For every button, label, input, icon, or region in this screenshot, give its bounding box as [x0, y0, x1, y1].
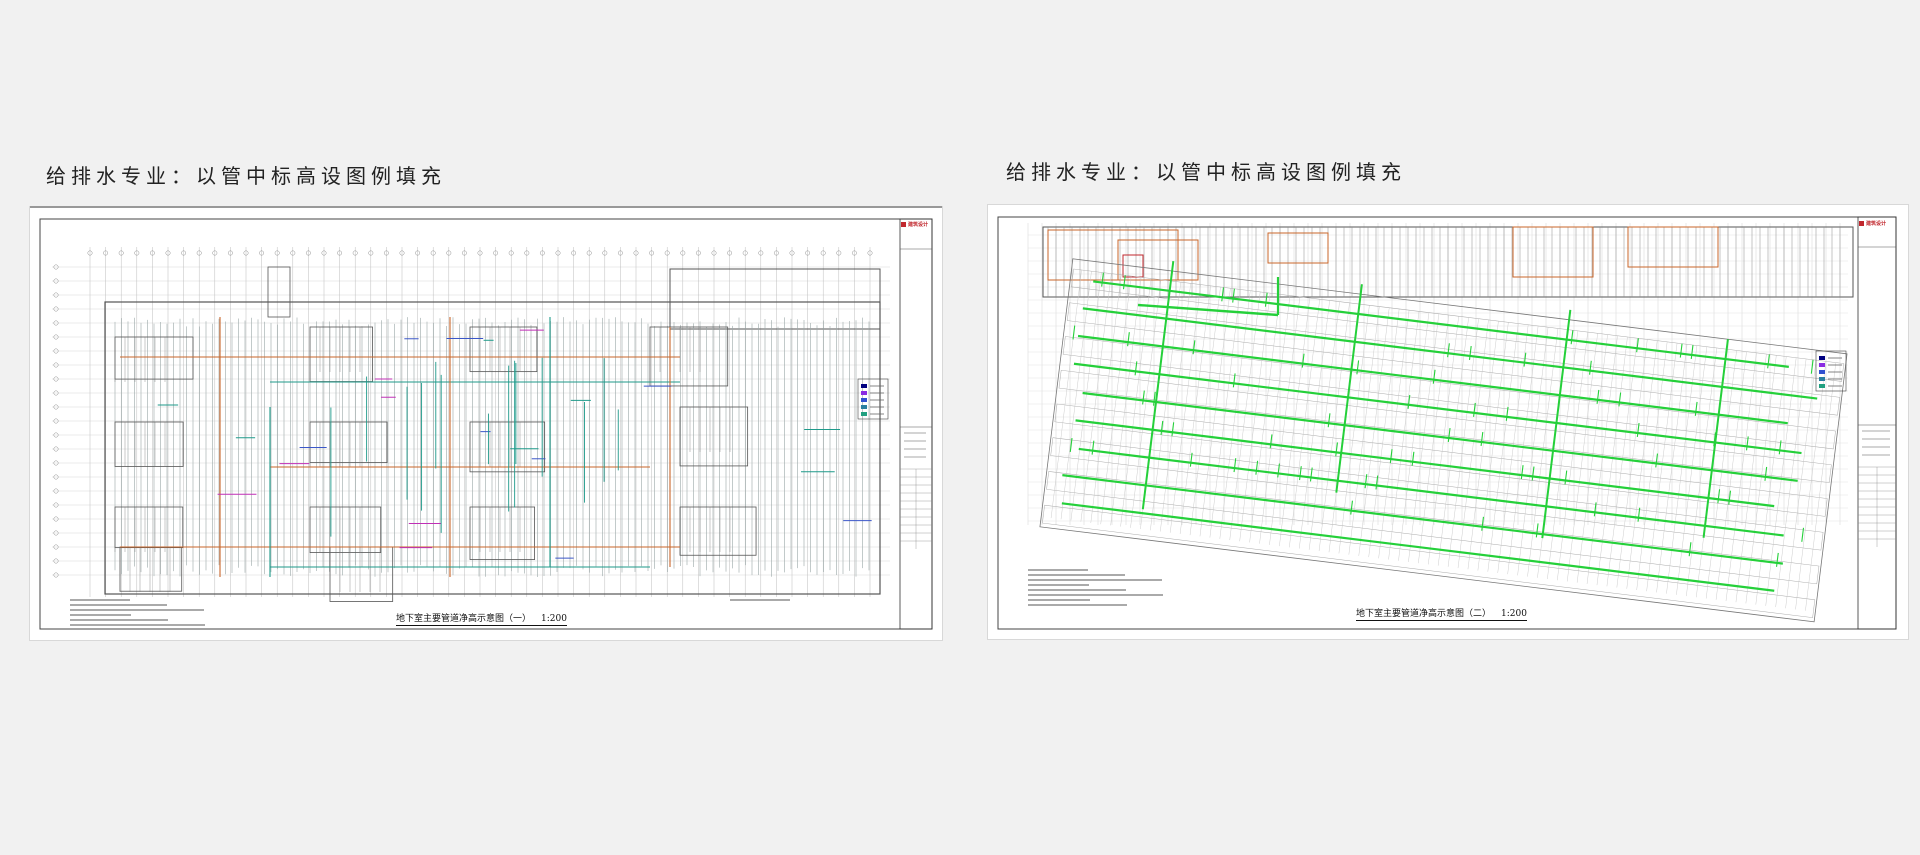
floor-plan-right	[997, 216, 1897, 630]
legend-swatch-icon	[861, 391, 867, 395]
pipe-branch	[1767, 354, 1770, 369]
stamp-logo-icon	[1859, 221, 1864, 226]
pipe-branch	[1570, 330, 1574, 345]
pipe-branch	[1564, 470, 1568, 485]
core-room	[679, 506, 757, 556]
drawing-sheet-right[interactable]: 建筑设计 地下室主要管道净高示意图（二） 1:200	[988, 205, 1908, 639]
pipe-branch	[1232, 288, 1235, 303]
drawing-title-right: 地下室主要管道净高示意图（二） 1:200	[1356, 606, 1527, 621]
pipe-branch	[1350, 500, 1353, 515]
pipe-branch	[1327, 413, 1331, 428]
legend-swatch-icon	[1819, 377, 1825, 381]
pipe-riser	[1141, 260, 1175, 510]
legend-swatch-icon	[1819, 370, 1825, 374]
core-room	[469, 506, 535, 560]
pipe-branch	[1531, 466, 1535, 481]
core-room	[309, 506, 382, 553]
drawing-scale: 1:200	[1501, 609, 1527, 619]
pipe-branch	[1468, 345, 1472, 360]
core-room	[309, 421, 388, 463]
legend-swatch-icon	[861, 398, 867, 402]
company-stamp-right: 建筑设计	[1859, 220, 1886, 227]
parking-stall-line	[1805, 362, 1837, 611]
ramp-outline	[267, 266, 291, 318]
panel-caption-right: 给排水专业：以管中标高设图例填充	[1006, 160, 1406, 184]
pipe-branch	[1480, 431, 1484, 447]
legend-swatch-icon	[1819, 384, 1825, 388]
pipe-main	[1073, 362, 1802, 455]
parking-stall-line	[1050, 269, 1082, 519]
pipe-branch	[1679, 343, 1683, 358]
pipe-main	[1093, 280, 1789, 368]
drawing-scale: 1:200	[541, 614, 567, 624]
floor-plan-left	[39, 218, 933, 630]
legend-swatch-icon	[1819, 356, 1825, 360]
pipe-main	[1061, 502, 1775, 592]
parking-area	[1039, 258, 1848, 623]
core-room	[309, 326, 373, 382]
stamp-label: 建筑设计	[908, 222, 929, 228]
core-room	[1512, 226, 1594, 278]
basement-outline	[104, 301, 881, 595]
drawing-title-text: 地下室主要管道净高示意图（二）	[1356, 609, 1492, 619]
title-block-frame	[899, 218, 933, 630]
pipe-branch	[1221, 287, 1225, 302]
pipe-branch	[1535, 523, 1539, 538]
sheet-border	[997, 216, 1897, 630]
pipe-branch	[1655, 453, 1659, 468]
legend-swatch-icon	[861, 384, 867, 388]
company-stamp-left: 建筑设计	[901, 221, 928, 228]
drawing-title-text: 地下室主要管道净高示意图（一）	[396, 614, 532, 624]
core-room	[1047, 229, 1179, 281]
core-room	[114, 421, 184, 467]
pipe-branch	[1171, 422, 1175, 437]
drawing-title-left: 地下室主要管道净高示意图（一） 1:200	[396, 611, 567, 626]
pipe-branch	[1810, 359, 1814, 374]
stamp-logo-icon	[901, 222, 906, 227]
pipe-branch	[1142, 390, 1145, 405]
core-room	[469, 421, 546, 473]
pipe-branch	[1264, 292, 1268, 307]
pipe-branch	[1776, 552, 1779, 567]
stamp-label: 建筑设计	[1866, 221, 1887, 227]
pipe-branch	[1520, 465, 1524, 480]
title-block-frame	[1857, 216, 1897, 630]
core-room	[329, 546, 394, 602]
legend-swatch-icon	[1819, 363, 1825, 367]
pipe-branch	[1717, 489, 1721, 504]
block-outline	[669, 268, 881, 330]
panel-caption-left: 给排水专业：以管中标高设图例填充	[46, 164, 446, 188]
legend-swatch-icon	[861, 412, 867, 416]
pipe-main	[1062, 474, 1783, 565]
drawing-sheet-left[interactable]: 建筑设计 地下室主要管道净高示意图（一） 1:200	[30, 206, 942, 640]
pipe-branch	[1589, 360, 1592, 375]
pipe-branch	[1688, 542, 1692, 557]
legend-swatch-icon	[861, 405, 867, 409]
core-room	[119, 546, 183, 592]
pipe-branch	[1411, 451, 1415, 466]
